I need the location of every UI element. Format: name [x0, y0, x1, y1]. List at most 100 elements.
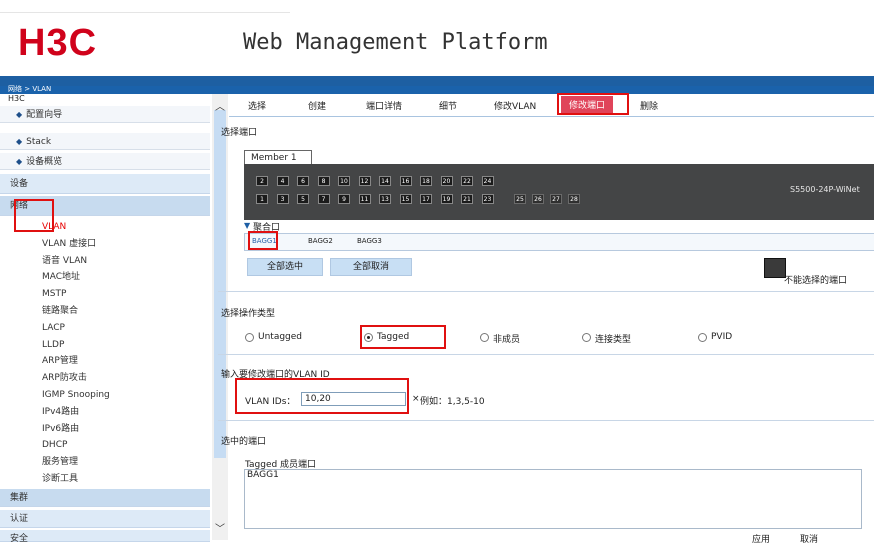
unselectable-port-swatch	[764, 258, 786, 278]
highlight-box	[557, 93, 629, 115]
tagged-members-list[interactable]	[244, 469, 862, 529]
port-15[interactable]: 15	[399, 194, 412, 204]
legend-label: 不能选择的端口	[784, 276, 848, 286]
radio-link-type[interactable]	[582, 333, 591, 342]
port-16[interactable]: 16	[399, 176, 412, 186]
sidebar-item-14[interactable]: 服务管理	[0, 454, 210, 471]
pvid-label: PVID	[711, 332, 733, 342]
sidebar-item-6[interactable]: LACP	[0, 319, 210, 336]
sidebar-section-auth[interactable]: 认证	[0, 510, 210, 528]
port-23[interactable]: 23	[481, 194, 494, 204]
sidebar-item-10[interactable]: IGMP Snooping	[0, 387, 210, 403]
sidebar-item-2[interactable]: 语音 VLAN	[0, 252, 210, 269]
switch-model: S5500-24P-WiNet	[790, 185, 860, 194]
sidebar-item-12[interactable]: IPv6路由	[0, 420, 210, 437]
sidebar-section-device[interactable]: 设备	[0, 174, 210, 194]
port-20[interactable]: 20	[440, 176, 453, 186]
port-21[interactable]: 21	[461, 194, 473, 204]
h3c-logo: H3C	[18, 22, 98, 64]
highlight-box	[360, 325, 446, 349]
untagged-label: Untagged	[258, 332, 303, 342]
port-11[interactable]: 11	[358, 194, 371, 204]
port-9[interactable]: 9	[338, 194, 350, 204]
tab-details[interactable]: 细节	[439, 99, 457, 112]
port-27[interactable]: 27	[550, 194, 562, 204]
port-24[interactable]: 24	[481, 176, 494, 186]
sidebar-root: H3C	[8, 94, 25, 103]
operation-title: 选择操作类型	[221, 309, 276, 319]
port-17[interactable]: 17	[420, 194, 432, 204]
port-12[interactable]: 12	[358, 176, 371, 186]
sidebar-scroll-thumb[interactable]	[214, 110, 226, 458]
port-2[interactable]: 2	[256, 176, 268, 186]
port-10[interactable]: 10	[338, 176, 350, 186]
sidebar-section-security[interactable]: 安全	[0, 530, 210, 544]
sidebar-item-11[interactable]: IPv4路由	[0, 403, 210, 420]
port-4[interactable]: 4	[276, 176, 289, 186]
port-13[interactable]: 13	[379, 194, 391, 204]
tab-port-details[interactable]: 端口详情	[366, 99, 402, 112]
tab-delete[interactable]: 删除	[640, 99, 658, 112]
sidebar-item-wizard[interactable]: ◆ 配置向导	[0, 106, 210, 123]
radio-pvid[interactable]	[698, 333, 707, 342]
cancel-button[interactable]: 取消	[800, 532, 818, 545]
port-1[interactable]: 1	[256, 194, 268, 204]
tab-create[interactable]: 创建	[308, 99, 326, 112]
agg-port-row	[244, 233, 874, 251]
clear-icon[interactable]: ×	[412, 394, 420, 404]
vlan-example: 例如：1,3,5-10	[420, 397, 485, 407]
sidebar-item-4[interactable]: MSTP	[0, 286, 210, 303]
platform-title: Web Management Platform	[243, 30, 548, 55]
deselect-all-button[interactable]: 全部取消	[330, 258, 412, 276]
diamond-icon: ◆	[16, 137, 23, 146]
port-19[interactable]: 19	[440, 194, 453, 204]
scroll-up-icon[interactable]: ︿	[215, 98, 225, 113]
selected-ports-title: 选中的端口	[221, 437, 267, 447]
expand-arrow-icon[interactable]: ▼	[244, 221, 250, 230]
select-all-button[interactable]: 全部选中	[247, 258, 323, 276]
highlight-box	[14, 199, 54, 232]
sidebar-item-9[interactable]: ARP防攻击	[0, 370, 210, 387]
port-25[interactable]: 25	[514, 194, 526, 204]
sidebar-item-stack[interactable]: ◆ Stack	[0, 133, 210, 150]
port-14[interactable]: 14	[379, 176, 391, 186]
port-8[interactable]: 8	[317, 176, 330, 186]
diamond-icon: ◆	[16, 157, 23, 166]
port-18[interactable]: 18	[420, 176, 432, 186]
port-22[interactable]: 22	[461, 176, 473, 186]
link-type-label: 连接类型	[595, 335, 632, 345]
radio-untagged[interactable]	[245, 333, 254, 342]
top-divider	[0, 12, 290, 13]
sidebar-section-cluster[interactable]: 集群	[0, 489, 210, 507]
tab-select[interactable]: 选择	[248, 99, 266, 112]
non-member-label: 非成员	[493, 335, 521, 345]
sidebar-item-1[interactable]: VLAN 虚接口	[0, 235, 210, 252]
sidebar-item-15[interactable]: 诊断工具	[0, 471, 210, 487]
agg-port-bagg3[interactable]: BAGG3	[357, 237, 382, 245]
port-6[interactable]: 6	[297, 176, 309, 186]
member-tab[interactable]: Member 1	[244, 150, 312, 165]
select-ports-title: 选择端口	[221, 128, 258, 138]
agg-port-bagg2[interactable]: BAGG2	[308, 237, 333, 245]
port-5[interactable]: 5	[297, 194, 309, 204]
apply-button[interactable]: 应用	[752, 532, 770, 545]
sidebar-item-8[interactable]: ARP管理	[0, 353, 210, 370]
tab-modify-vlan[interactable]: 修改VLAN	[494, 99, 536, 112]
port-7[interactable]: 7	[317, 194, 330, 204]
header-bar	[0, 76, 874, 86]
highlight-box	[235, 378, 409, 414]
sidebar-item-3[interactable]: MAC地址	[0, 269, 210, 286]
sidebar-item-overview[interactable]: ◆ 设备概览	[0, 153, 210, 170]
sidebar-item-13[interactable]: DHCP	[0, 437, 210, 454]
divider	[218, 291, 874, 292]
port-28[interactable]: 28	[568, 194, 580, 204]
divider	[218, 354, 874, 355]
diamond-icon: ◆	[16, 110, 23, 119]
sidebar-item-5[interactable]: 链路聚合	[0, 303, 210, 319]
port-3[interactable]: 3	[276, 194, 289, 204]
port-26[interactable]: 26	[532, 194, 544, 204]
sidebar-item-7[interactable]: LLDP	[0, 336, 210, 353]
radio-non-member[interactable]	[480, 333, 489, 342]
scroll-down-icon[interactable]: ﹀	[215, 520, 225, 535]
breadcrumb-bar	[0, 86, 874, 94]
